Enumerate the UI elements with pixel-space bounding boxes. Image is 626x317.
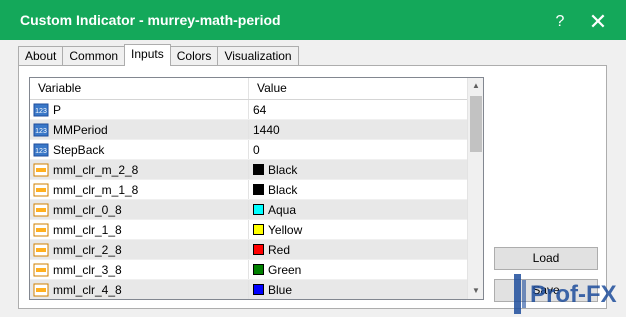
color-swatch [253, 284, 264, 295]
table-row[interactable]: 123 P 64 [30, 100, 468, 120]
variable-name: mml_clr_m_1_8 [53, 182, 139, 197]
value-cell[interactable]: Black [249, 180, 468, 199]
color-swatch [253, 244, 264, 255]
color-swatch [253, 184, 264, 195]
value-text: Black [268, 162, 298, 177]
value-cell[interactable]: Aqua [249, 200, 468, 219]
numeric-param-icon: 123 [33, 103, 49, 116]
scroll-thumb[interactable] [470, 96, 482, 152]
variable-cell[interactable]: mml_clr_m_1_8 [30, 180, 249, 199]
value-text: Yellow [268, 222, 303, 237]
tab-visualization[interactable]: Visualization [217, 46, 299, 66]
table-row[interactable]: mml_clr_m_2_8 Black [30, 160, 468, 180]
value-cell[interactable]: 0 [249, 140, 468, 159]
svg-text:123: 123 [35, 128, 47, 135]
variable-cell[interactable]: mml_clr_2_8 [30, 240, 249, 259]
color-param-icon [33, 263, 49, 276]
value-cell[interactable]: Yellow [249, 220, 468, 239]
variable-name: mml_clr_3_8 [53, 262, 122, 277]
tab-colors[interactable]: Colors [169, 46, 219, 66]
color-swatch [253, 224, 264, 235]
variable-cell[interactable]: mml_clr_0_8 [30, 200, 249, 219]
table-row[interactable]: mml_clr_0_8 Aqua [30, 200, 468, 220]
prof-fx-watermark: Prof-FX [500, 268, 626, 317]
variable-name: mml_clr_4_8 [53, 282, 122, 297]
svg-text:123: 123 [35, 108, 47, 115]
table-row[interactable]: mml_clr_m_1_8 Black [30, 180, 468, 200]
color-swatch [253, 264, 264, 275]
variable-cell[interactable]: mml_clr_1_8 [30, 220, 249, 239]
value-cell[interactable]: 64 [249, 100, 468, 119]
table-row[interactable]: mml_clr_4_8 Blue [30, 280, 468, 299]
variable-name: P [53, 102, 62, 117]
variable-name: MMPeriod [53, 122, 108, 137]
value-cell[interactable]: Green [249, 260, 468, 279]
value-text: 64 [253, 102, 267, 117]
inputs-grid: Variable Value 123 P 64 123 MMPeriod 1440 123 S… [29, 77, 484, 300]
value-text: 1440 [253, 122, 280, 137]
numeric-param-icon: 123 [33, 143, 49, 156]
value-text: Green [268, 262, 302, 277]
value-cell[interactable]: 1440 [249, 120, 468, 139]
svg-text:123: 123 [35, 148, 47, 155]
value-cell[interactable]: Blue [249, 280, 468, 299]
table-row[interactable]: mml_clr_1_8 Yellow [30, 220, 468, 240]
variable-name: mml_clr_1_8 [53, 222, 122, 237]
scroll-down-arrow-icon[interactable]: ▼ [468, 283, 483, 299]
variable-cell[interactable]: 123 StepBack [30, 140, 249, 159]
value-cell[interactable]: Black [249, 160, 468, 179]
title-bar[interactable]: Custom Indicator - murrey-math-period ? … [0, 0, 626, 40]
tab-common[interactable]: Common [62, 46, 126, 66]
variable-cell[interactable]: mml_clr_3_8 [30, 260, 249, 279]
value-text: Black [268, 182, 298, 197]
variable-name: StepBack [53, 142, 105, 157]
variable-column-header[interactable]: Variable [30, 78, 249, 99]
color-param-icon [33, 203, 49, 216]
variable-cell[interactable]: 123 MMPeriod [30, 120, 249, 139]
color-param-icon [33, 283, 49, 296]
table-row[interactable]: 123 MMPeriod 1440 [30, 120, 468, 140]
variable-name: mml_clr_0_8 [53, 202, 122, 217]
tab-about[interactable]: About [18, 46, 64, 66]
color-param-icon [33, 183, 49, 196]
load-button[interactable]: Load [494, 247, 598, 270]
color-param-icon [33, 243, 49, 256]
value-text: 0 [253, 142, 260, 157]
table-row[interactable]: mml_clr_3_8 Green [30, 260, 468, 280]
value-text: Aqua [268, 202, 297, 217]
tab-strip: About Common Inputs Colors Visualization [18, 44, 299, 66]
value-text: Blue [268, 282, 293, 297]
watermark-text: Prof-FX [530, 281, 617, 308]
color-param-icon [33, 163, 49, 176]
variable-cell[interactable]: mml_clr_m_2_8 [30, 160, 249, 179]
tab-inputs[interactable]: Inputs [124, 44, 171, 66]
grid-header: Variable Value [30, 78, 468, 100]
variable-cell[interactable]: mml_clr_4_8 [30, 280, 249, 299]
table-row[interactable]: mml_clr_2_8 Red [30, 240, 468, 260]
window-title: Custom Indicator - murrey-math-period [20, 12, 281, 28]
scroll-up-arrow-icon[interactable]: ▲ [468, 78, 483, 94]
help-button[interactable]: ? [548, 12, 572, 32]
color-swatch [253, 164, 264, 175]
dialog-window: Custom Indicator - murrey-math-period ? … [0, 0, 626, 317]
grid-rows: 123 P 64 123 MMPeriod 1440 123 StepBack 0 mml_clr… [30, 100, 468, 299]
numeric-param-icon: 123 [33, 123, 49, 136]
value-text: Red [268, 242, 291, 257]
color-param-icon [33, 223, 49, 236]
close-button[interactable]: ✕ [584, 10, 612, 34]
value-cell[interactable]: Red [249, 240, 468, 259]
variable-cell[interactable]: 123 P [30, 100, 249, 119]
variable-name: mml_clr_m_2_8 [53, 162, 139, 177]
vertical-scrollbar[interactable]: ▲ ▼ [467, 78, 483, 299]
variable-name: mml_clr_2_8 [53, 242, 122, 257]
color-swatch [253, 204, 264, 215]
table-row[interactable]: 123 StepBack 0 [30, 140, 468, 160]
value-column-header[interactable]: Value [249, 78, 468, 99]
